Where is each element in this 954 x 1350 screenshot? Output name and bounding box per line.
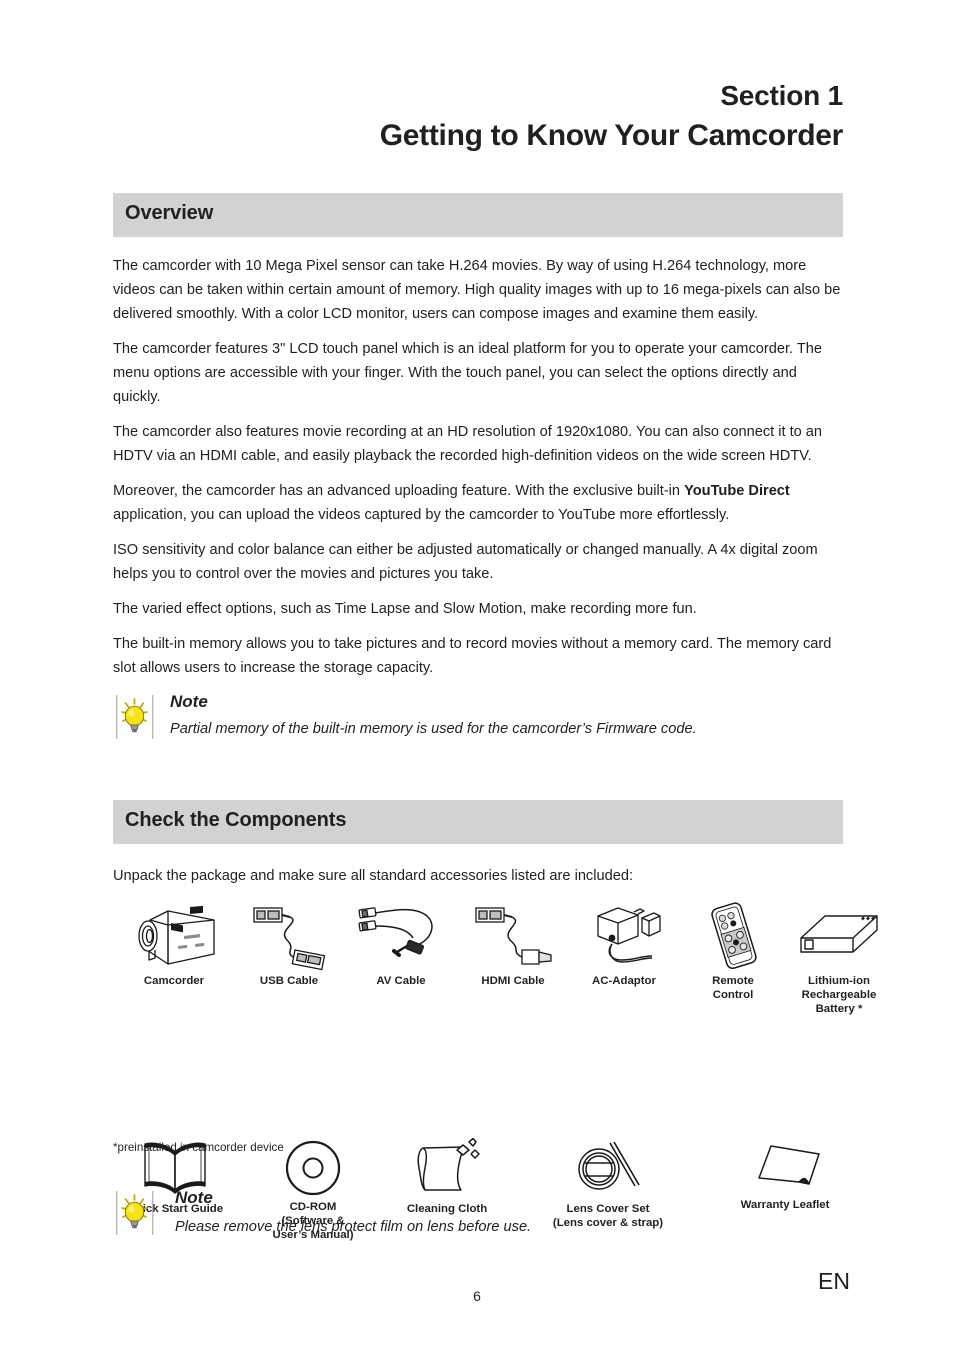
paragraph-youtube: Moreover, the camcorder has an advanced … <box>113 479 846 527</box>
section-header-components-label: Check the Components <box>125 809 347 831</box>
component-cleaning-cloth: Cleaning Cloth <box>385 1138 509 1216</box>
component-battery: Lithium-ion Rechargeable Battery * <box>773 900 905 1016</box>
paragraph: The camcorder with 10 Mega Pixel sensor … <box>113 258 841 322</box>
paragraph: The built-in memory allows you to take p… <box>113 636 832 676</box>
lightbulb-icon <box>113 694 157 740</box>
document-page: Section 1 Getting to Know Your Camcorder… <box>0 0 954 1350</box>
component-label: USB Cable <box>259 975 319 987</box>
component-label: AV Cable <box>376 975 426 987</box>
note-title: Note <box>170 692 208 711</box>
section-header-components: Check the Components <box>113 800 843 844</box>
hdmi-cable-icon <box>475 907 552 965</box>
paragraph: The varied effect options, such as Time … <box>113 601 697 617</box>
warranty-leaflet-icon <box>758 1145 820 1185</box>
components-row-1: Camcorder USB Cable AV Cable HDMI Cable … <box>113 900 878 1020</box>
component-ac-adaptor: AC-Adaptor <box>565 900 683 988</box>
paragraph-youtube-bold: YouTube Direct <box>684 483 790 499</box>
remote-control-icon <box>711 902 757 969</box>
paragraph-youtube-post: application, you can upload the videos c… <box>113 507 730 523</box>
component-label: Warranty Leaflet <box>740 1199 830 1211</box>
component-label: Lithium-ion Rechargeable Battery * <box>801 975 877 1015</box>
component-usb-cable: USB Cable <box>233 900 345 988</box>
page-number: 6 <box>473 1288 481 1304</box>
battery-icon <box>800 915 878 953</box>
section-header-overview: Overview <box>113 193 843 237</box>
cleaning-cloth-icon <box>417 1138 480 1191</box>
components-row-2: Quick Start Guide CD-ROM (Software & Use… <box>113 1020 846 1241</box>
ac-adaptor-icon <box>597 907 661 963</box>
component-remote-control: Remote Control <box>681 900 785 1002</box>
paragraph: ISO sensitivity and color balance can ei… <box>113 542 818 582</box>
paragraph: The camcorder also features movie record… <box>113 424 823 464</box>
component-av-cable: AV Cable <box>345 900 457 988</box>
section-label: Section 1 <box>720 80 843 111</box>
note-body: Partial memory of the built-in memory is… <box>170 721 697 737</box>
note-title: Note <box>175 1188 213 1207</box>
component-hdmi-cable: HDMI Cable <box>457 900 569 988</box>
camcorder-icon <box>138 905 215 965</box>
components-grid: Camcorder USB Cable AV Cable HDMI Cable … <box>113 900 878 1241</box>
component-warranty-leaflet: Warranty Leaflet <box>705 1138 865 1212</box>
component-label: HDMI Cable <box>481 975 545 987</box>
av-cable-icon <box>358 907 433 957</box>
paragraph-youtube-pre: Moreover, the camcorder has an advanced … <box>113 483 685 499</box>
paragraph: Unpack the package and make sure all sta… <box>113 868 633 884</box>
usb-cable-icon <box>253 907 326 971</box>
lightbulb-icon <box>113 1190 157 1236</box>
page-title: Getting to Know Your Camcorder <box>379 119 844 152</box>
page-title-block: Section 1 Getting to Know Your Camcorder <box>113 78 844 156</box>
component-camcorder: Camcorder <box>113 900 235 988</box>
paragraph: The camcorder features 3" LCD touch pane… <box>113 341 823 405</box>
components-footnote: *preinstalled in camcorder device <box>113 1141 284 1154</box>
component-label: Camcorder <box>143 975 205 987</box>
component-label: Cleaning Cloth <box>406 1203 488 1215</box>
components-intro: Unpack the package and make sure all sta… <box>113 864 846 899</box>
note-body: Please remove the lens protect film on l… <box>175 1219 532 1235</box>
lens-cover-icon <box>578 1141 640 1190</box>
language-marker: EN <box>818 1268 850 1294</box>
section-header-overview-label: Overview <box>125 202 214 224</box>
overview-body: The camcorder with 10 Mega Pixel sensor … <box>113 254 846 691</box>
component-label: AC-Adaptor <box>592 975 656 987</box>
component-label: Remote Control <box>712 975 754 1001</box>
cd-rom-icon <box>285 1140 341 1196</box>
